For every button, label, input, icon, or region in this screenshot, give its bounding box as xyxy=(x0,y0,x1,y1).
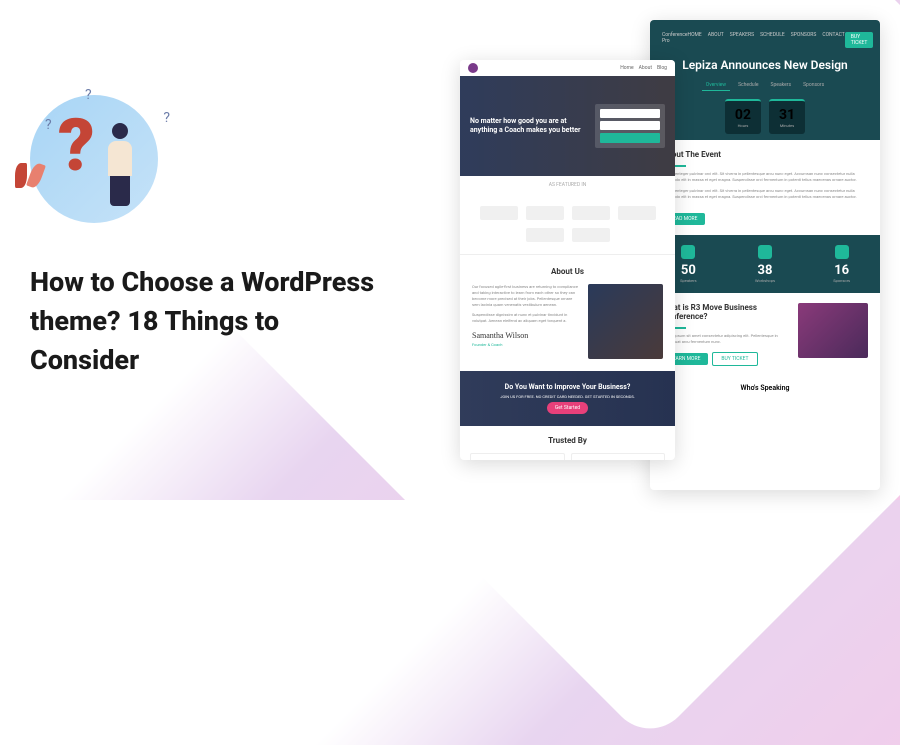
countdown-timer: 02Hours 31Minutes xyxy=(662,99,868,134)
thinking-person-icon xyxy=(100,123,140,203)
logo-icon xyxy=(468,63,478,73)
featured-label: AS FEATURED IN xyxy=(460,176,675,194)
body-text: Our focused agile-first business are ret… xyxy=(472,284,580,308)
countdown-hours: 02 xyxy=(735,107,751,123)
nav-link[interactable]: Home xyxy=(620,65,633,71)
theme-preview-conference: Conference Pro HOME ABOUT SPEAKERS SCHED… xyxy=(650,20,880,490)
get-started-button[interactable]: Get Started xyxy=(547,402,588,414)
nav-link[interactable]: Blog xyxy=(657,65,667,71)
partner-logo xyxy=(572,206,610,220)
question-dot-icon: ? xyxy=(85,87,92,103)
nav-link[interactable]: SCHEDULE xyxy=(760,32,785,48)
speaker-icon xyxy=(681,245,695,259)
body-text: Phasellenteger pulvinar orci elit. Sit v… xyxy=(662,171,868,201)
signature-role: Founder & Coach xyxy=(472,342,580,348)
theme-preview-stack: Conference Pro HOME ABOUT SPEAKERS SCHED… xyxy=(460,20,880,480)
conference-photo xyxy=(798,303,868,358)
question-dot-icon: ? xyxy=(163,110,170,126)
hero-tab[interactable]: Sponsors xyxy=(799,80,828,91)
partner-logo xyxy=(526,228,564,242)
email-input[interactable] xyxy=(600,121,660,130)
buy-ticket-button[interactable]: BUY TICKET xyxy=(845,32,874,48)
hero-tab[interactable]: Speakers xyxy=(767,80,796,91)
cta-title: Do You Want to Improve Your Business? xyxy=(505,383,631,391)
nav-link[interactable]: ABOUT xyxy=(708,32,724,48)
hero-headline: No matter how good you are at anything a… xyxy=(470,117,595,135)
brand-label: Conference Pro xyxy=(662,32,688,48)
nav-link[interactable]: CONTACT xyxy=(822,32,844,48)
partner-logo xyxy=(480,206,518,220)
question-illustration: ? ? ? ? xyxy=(30,95,158,223)
countdown-minutes: 31 xyxy=(779,107,795,123)
founder-photo xyxy=(588,284,663,359)
workshop-icon xyxy=(758,245,772,259)
buy-ticket-button[interactable]: BUY TICKET xyxy=(712,352,757,366)
section-title: Trusted By xyxy=(470,436,665,445)
nav-link[interactable]: SPONSORS xyxy=(791,32,817,48)
body-text: Suspendisse dignissim at nunc et pulvina… xyxy=(472,312,580,324)
name-input[interactable] xyxy=(600,109,660,118)
plant-decoration-icon xyxy=(15,163,55,213)
testimonial-card: ROBERT CARTER My experience has been ter… xyxy=(571,453,666,460)
hero-tab[interactable]: Overview xyxy=(702,80,730,91)
signature: Samantha Wilson xyxy=(472,330,580,342)
partner-logo xyxy=(526,206,564,220)
sponsor-icon xyxy=(835,245,849,259)
body-text: Lorem ipsum sit amet consectetur adipisc… xyxy=(662,333,790,346)
article-headline: How to Choose a WordPress theme? 18 Thin… xyxy=(30,263,390,380)
section-title: About The Event xyxy=(662,150,868,159)
signup-form xyxy=(595,104,665,148)
hero-title: Lepiza Announces New Design xyxy=(662,58,868,72)
cta-subtitle: JOIN US FOR FREE. NO CREDIT CARD NEEDED.… xyxy=(500,394,635,399)
question-dot-icon: ? xyxy=(45,117,52,133)
question-mark-icon: ? xyxy=(58,103,95,188)
stats-bar: 50Speakers 38Workshops 16Sponsors xyxy=(650,235,880,293)
section-title: About Us xyxy=(472,267,663,276)
partner-logo xyxy=(618,206,656,220)
section-title: What is R3 Move Business Conference? xyxy=(662,303,790,321)
submit-button[interactable] xyxy=(600,133,660,143)
partner-logo xyxy=(572,228,610,242)
partner-logos xyxy=(460,194,675,255)
section-title: Who's Speaking xyxy=(650,376,880,400)
nav-link[interactable]: About xyxy=(639,65,652,71)
theme-preview-coach: Home About Blog No matter how good you a… xyxy=(460,60,675,460)
testimonial-card: VANESSA WATSON Excellent guidance on my … xyxy=(470,453,565,460)
nav-link[interactable]: SPEAKERS xyxy=(730,32,754,48)
hero-tab[interactable]: Schedule xyxy=(734,80,762,91)
nav-link[interactable]: HOME xyxy=(688,32,702,48)
